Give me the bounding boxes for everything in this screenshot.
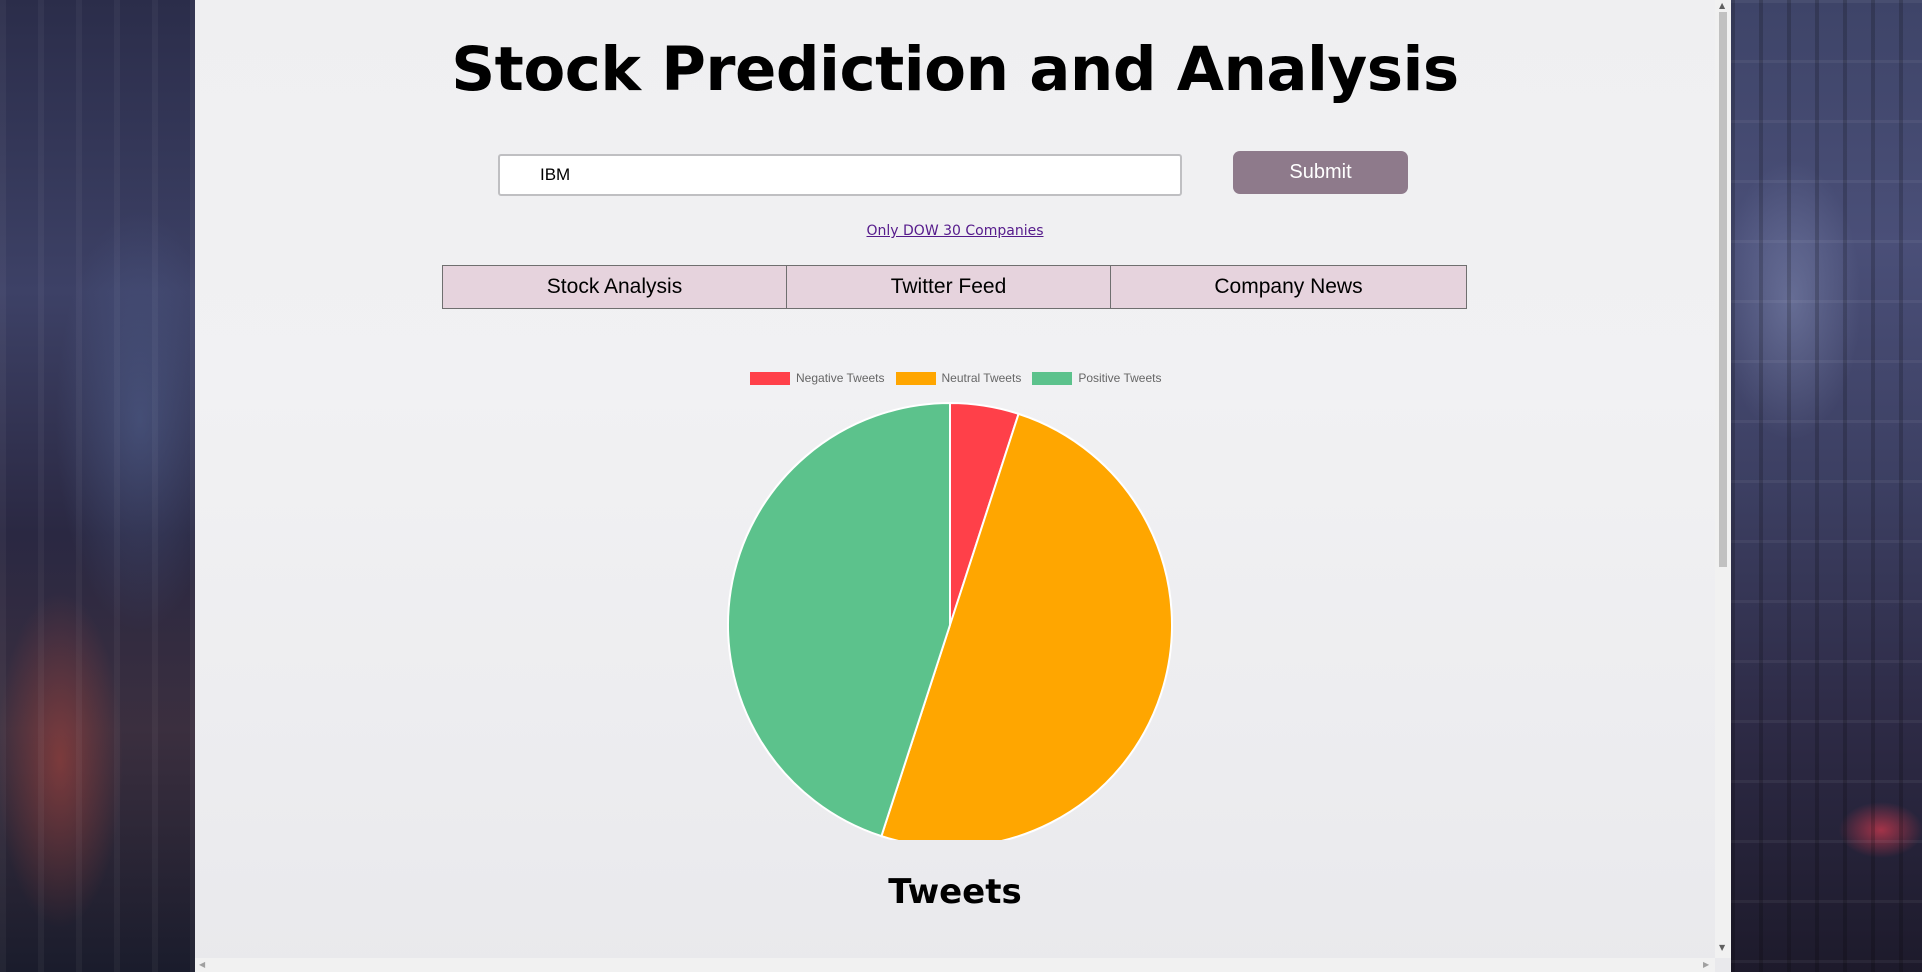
background-right-photo bbox=[1731, 0, 1922, 972]
scroll-left-arrow-icon[interactable]: ◀ bbox=[199, 961, 205, 969]
legend-label-positive: Positive Tweets bbox=[1078, 371, 1162, 385]
legend-label-neutral: Neutral Tweets bbox=[941, 371, 1022, 385]
legend-swatch-positive bbox=[1032, 371, 1073, 385]
tab-stock-analysis[interactable]: Stock Analysis bbox=[442, 265, 787, 309]
legend-label-negative: Negative Tweets bbox=[796, 371, 885, 385]
tab-twitter-feed[interactable]: Twitter Feed bbox=[786, 265, 1111, 309]
submit-button[interactable]: Submit bbox=[1233, 151, 1408, 194]
main-panel: Stock Prediction and Analysis Submit Onl… bbox=[195, 0, 1731, 972]
vertical-scroll-thumb[interactable] bbox=[1719, 12, 1727, 567]
chart-legend: Negative Tweets Neutral Tweets Positive … bbox=[750, 370, 1172, 386]
legend-swatch-negative bbox=[750, 371, 790, 385]
vertical-scrollbar[interactable]: ▲ ▼ bbox=[1715, 0, 1731, 958]
legend-item-neutral[interactable]: Neutral Tweets bbox=[895, 371, 1022, 385]
tweet-sentiment-pie-chart bbox=[727, 401, 1173, 840]
stock-search-input[interactable] bbox=[498, 154, 1182, 196]
scroll-down-arrow-icon[interactable]: ▼ bbox=[1719, 944, 1725, 952]
legend-swatch-neutral bbox=[895, 371, 936, 385]
page-title: Stock Prediction and Analysis bbox=[451, 34, 1459, 105]
background-left-photo bbox=[0, 0, 195, 972]
legend-item-negative[interactable]: Negative Tweets bbox=[750, 371, 885, 385]
tweets-section-title: Tweets bbox=[888, 872, 1022, 912]
scroll-right-arrow-icon[interactable]: ▶ bbox=[1703, 961, 1709, 969]
legend-item-positive[interactable]: Positive Tweets bbox=[1032, 371, 1161, 385]
tab-bar: Stock Analysis Twitter Feed Company News bbox=[442, 265, 1467, 309]
horizontal-scrollbar[interactable]: ◀ ▶ bbox=[195, 958, 1715, 972]
dow-30-companies-link[interactable]: Only DOW 30 Companies bbox=[195, 223, 1715, 239]
scroll-up-arrow-icon[interactable]: ▲ bbox=[1719, 2, 1725, 10]
tab-company-news[interactable]: Company News bbox=[1110, 265, 1467, 309]
